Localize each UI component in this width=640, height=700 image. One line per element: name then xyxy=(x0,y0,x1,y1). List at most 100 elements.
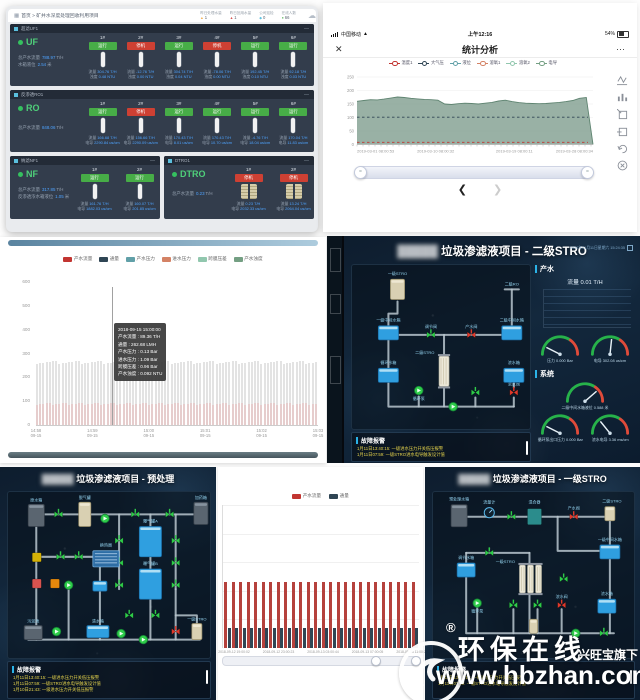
svg-text:0: 0 xyxy=(352,142,355,147)
chart-legend: 温度1 大气压 液位 溶氧1 溶氧2 电导 xyxy=(323,60,623,66)
stat-icon: ● xyxy=(282,16,284,20)
svg-text:流量计: 流量计 xyxy=(483,499,495,505)
section-title: 纳滤NF1 xyxy=(21,158,38,164)
status-badge[interactable]: 运行 xyxy=(89,108,117,116)
svg-text:二级STRO: 二级STRO xyxy=(415,349,434,355)
status-badge[interactable]: 停机 xyxy=(203,42,231,50)
collapse-button[interactable]: — xyxy=(304,26,309,32)
svg-text:一级STRO: 一级STRO xyxy=(388,270,407,276)
collapse-button[interactable]: — xyxy=(304,158,309,164)
y-tick: 0 xyxy=(2,422,30,427)
x-tick: 2018-09-12 23:00:23 xyxy=(259,650,299,655)
fullscreen-icon[interactable] xyxy=(627,245,633,251)
status-badge[interactable]: 运行 xyxy=(126,174,154,182)
legend-item[interactable]: 溶氧1 xyxy=(477,60,500,66)
dtro-stack-graphic xyxy=(241,184,257,199)
flow-value: 流量 0.01 T/H xyxy=(535,277,635,286)
restore-icon[interactable] xyxy=(617,141,628,152)
status-badge[interactable]: 运行 xyxy=(165,42,193,50)
status-badge[interactable]: 停机 xyxy=(280,174,308,182)
status-badge[interactable]: 停机 xyxy=(127,42,155,50)
membrane-graphic xyxy=(291,118,295,133)
dtro-stack-graphic xyxy=(286,184,302,199)
chart-toolbox xyxy=(617,73,628,169)
status-badge[interactable]: 停机 xyxy=(235,174,263,182)
membrane-unit: 2# 运行 流量160.07 T/H 电导201.85 us/cm xyxy=(121,167,158,212)
status-badge[interactable]: 运行 xyxy=(165,108,193,116)
scrollbar[interactable] xyxy=(526,441,529,455)
datazoom-slider[interactable]: = = xyxy=(357,166,591,179)
collapse-button[interactable]: — xyxy=(150,158,155,164)
next-page-button[interactable]: ❯ xyxy=(493,183,502,196)
zoom-back-icon[interactable] xyxy=(617,124,628,135)
svg-text:二级中间水箱: 二级中间水箱 xyxy=(500,317,524,323)
status-badge[interactable]: 运行 xyxy=(203,108,231,116)
screenshot-collage: ▦首页 > 矿井水深度处理回收利用项目 昨日处理水量 ▲1 昨日回用水量 ▲1 … xyxy=(0,0,640,700)
gauge: 二级中间水箱液位 0.588 米 xyxy=(562,379,609,411)
membrane-graphic xyxy=(139,118,143,133)
membrane-graphic xyxy=(215,118,219,133)
y-tick: 100 xyxy=(2,398,30,403)
legend-marker xyxy=(477,63,488,64)
alarm-box: 故障报警 1月11日13:40:15: 一级进水压力开关低压报警 1月11日07… xyxy=(351,432,531,462)
svg-text:2019-03-10 08:00:32: 2019-03-10 08:00:32 xyxy=(417,149,455,154)
membrane-unit: 1# 运行 流量166.68 T/H 电导2290.84 us/cm xyxy=(84,101,121,146)
slider-handle-right[interactable] xyxy=(411,656,421,666)
prev-page-button[interactable]: ❮ xyxy=(458,183,467,196)
slider-handle-left[interactable] xyxy=(371,656,381,666)
scrollbar[interactable] xyxy=(630,670,633,684)
scrollbar[interactable] xyxy=(206,670,209,684)
svg-text:循环泵: 循环泵 xyxy=(413,395,425,401)
membrane-graphic xyxy=(177,52,181,67)
more-icon[interactable]: ··· xyxy=(616,44,625,54)
datazoom-slider[interactable] xyxy=(222,656,421,666)
svg-text:2019-03-01 08:00:53: 2019-03-01 08:00:53 xyxy=(357,149,395,154)
cloud-icon: ☁ xyxy=(308,11,316,20)
bar-chart-icon[interactable] xyxy=(617,90,628,101)
legend-item[interactable]: 溶氧2 xyxy=(506,60,529,66)
legend-marker xyxy=(418,63,429,64)
system-title: 系统 xyxy=(540,369,554,379)
svg-text:一级STRO: 一级STRO xyxy=(496,558,515,564)
section-icon xyxy=(14,27,18,31)
status-badge[interactable]: 运行 xyxy=(81,174,109,182)
status-badge[interactable]: 运行 xyxy=(241,42,269,50)
alarm-list: 1月11日13:40:15: 一级进水压力开关低压报警 1月11日07:59: … xyxy=(352,446,530,458)
system-gauges: 循环泵出口压力 0.000 Bar 浓水电导 3.36 ms/cm xyxy=(535,411,635,443)
legend-item[interactable]: 大气压 xyxy=(418,60,443,66)
gauge: 压力 0.000 Bar xyxy=(538,332,582,364)
zoom-box-icon[interactable] xyxy=(617,107,628,118)
svg-text:浓水箱: 浓水箱 xyxy=(508,359,520,365)
gauge-dial xyxy=(588,332,632,359)
status-badge[interactable]: 停机 xyxy=(127,108,155,116)
chart-tooltip: 2018-09-15 15:00:00 产水流量 : 89.36 T/H 通量 … xyxy=(114,323,166,381)
unit-list: 1# 停机 流量0.23 T/H 电导2032.33 us/cm 2# 停机 流… xyxy=(230,167,312,212)
slider-handle-left[interactable]: = xyxy=(354,166,367,179)
status-badge[interactable]: 运行 xyxy=(241,108,269,116)
close-circle-icon[interactable] xyxy=(617,158,628,169)
x-tick: 14:5809-15 xyxy=(21,428,51,438)
nav-bar: ✕ 统计分析 ··· xyxy=(323,41,637,58)
slider-handle-right[interactable]: = xyxy=(581,166,594,179)
legend-item[interactable]: 温度1 xyxy=(389,60,412,66)
svg-text:二级STRO: 二级STRO xyxy=(602,498,621,504)
line-chart-icon[interactable] xyxy=(617,73,628,84)
alarm-title: 故障报警 xyxy=(361,436,385,445)
process-diagram-box: 原水箱脱气罐加药箱曝气罐A曝气罐B换热器污泥池清水箱一级STRO xyxy=(7,491,211,659)
unit-list: 1# 运行 流量161.76 T/H 电导1882.03 us/cm 2# 运行… xyxy=(76,167,158,212)
section-title: 反渗透RO1 xyxy=(21,92,43,98)
legend-item[interactable]: 电导 xyxy=(536,60,557,66)
collapse-button[interactable]: — xyxy=(304,92,309,98)
stat-icon: ◆ xyxy=(259,16,262,20)
alarm-title: 故障报警 xyxy=(17,665,41,674)
svg-text:产水阀: 产水阀 xyxy=(568,505,580,511)
status-badge[interactable]: 运行 xyxy=(89,42,117,50)
legend-item[interactable]: 液位 xyxy=(450,60,471,66)
x-tick: 2018-09-12 19:00:02 xyxy=(214,650,254,655)
breadcrumb[interactable]: 首页 > 矿井水深度处理回收利用项目 xyxy=(21,14,98,19)
bottom-strip[interactable] xyxy=(8,452,318,458)
status-badge[interactable]: 运行 xyxy=(279,42,307,50)
header-stat: 昨日回用水量 ▲1 xyxy=(230,11,252,20)
alarm-line: 1月11日07:59: 一级STRO进水电导触发设计值 xyxy=(438,681,634,687)
status-badge[interactable]: 运行 xyxy=(279,108,307,116)
